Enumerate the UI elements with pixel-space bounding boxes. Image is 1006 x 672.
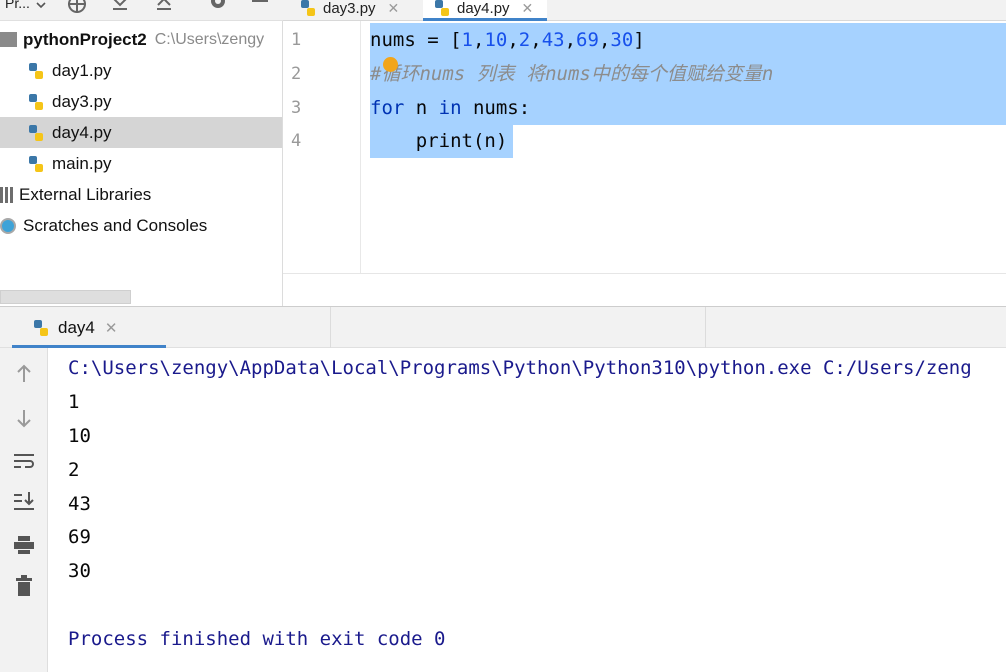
scroll-up-icon[interactable]: [12, 362, 36, 386]
header-divider: [705, 307, 706, 349]
collapse-all-icon[interactable]: [154, 0, 174, 13]
close-icon[interactable]: ✕: [388, 0, 400, 17]
tab-day4[interactable]: day4.py ✕: [423, 0, 548, 21]
scratches-label: Scratches and Consoles: [23, 215, 208, 235]
run-tab-day4[interactable]: day4 ✕: [12, 307, 166, 349]
code-line-2: #循环nums 列表 将nums中的每个值赋给变量n: [370, 63, 774, 85]
file-name: day4.py: [52, 122, 112, 142]
console-output-line: 2: [68, 459, 80, 481]
console-exit-message: Process finished with exit code 0: [68, 628, 446, 650]
tab-label: day4.py: [457, 0, 510, 17]
chevron-down-icon[interactable]: [34, 0, 54, 13]
console-output-line: 43: [68, 493, 91, 515]
line-number-gutter: 1 2 3 4: [283, 21, 361, 273]
python-run-icon: [32, 319, 50, 337]
line-number: 3: [291, 98, 302, 118]
intention-bulb-icon[interactable]: [383, 57, 398, 72]
tree-file-day4[interactable]: day4.py: [0, 117, 282, 148]
console-output-line: 30: [68, 560, 91, 582]
console-output-line: 10: [68, 425, 91, 447]
project-toolbar: Pr...: [0, 0, 283, 21]
editor-blank-area: [283, 273, 1006, 306]
tab-day3[interactable]: day3.py ✕: [293, 0, 405, 21]
close-icon[interactable]: ✕: [522, 0, 534, 17]
run-tab-label: day4: [58, 318, 95, 337]
file-name: day3.py: [52, 91, 112, 111]
tree-root-project[interactable]: pythonProject2 C:\Users\zengy: [0, 24, 282, 55]
python-file-icon: [27, 155, 45, 173]
run-console-output[interactable]: C:\Users\zengy\AppData\Local\Programs\Py…: [48, 348, 1006, 672]
gear-icon[interactable]: [207, 0, 227, 13]
scroll-to-end-icon[interactable]: [12, 489, 36, 513]
project-view-dropdown[interactable]: Pr...: [5, 0, 30, 11]
horizontal-scrollbar[interactable]: [0, 290, 131, 304]
project-name: pythonProject2: [23, 29, 147, 49]
print-icon[interactable]: [12, 533, 36, 557]
expand-all-icon[interactable]: [110, 0, 130, 13]
python-file-icon: [27, 93, 45, 111]
code-editor[interactable]: 1 2 3 4 nums = [1,10,2,43,69,30] #循环nums…: [283, 21, 1006, 273]
file-name: main.py: [52, 153, 112, 173]
file-name: day1.py: [52, 60, 112, 80]
trash-icon[interactable]: [12, 574, 36, 598]
line-number: 1: [291, 30, 302, 50]
run-side-toolbar: [0, 348, 48, 672]
scroll-down-icon[interactable]: [12, 406, 36, 430]
scratches-icon: [0, 217, 16, 234]
locate-icon[interactable]: [66, 0, 86, 13]
tree-file-day1[interactable]: day1.py: [0, 55, 282, 86]
tree-external-libraries[interactable]: External Libraries: [0, 179, 282, 210]
tab-label: day3.py: [323, 0, 376, 17]
python-file-icon: [27, 124, 45, 142]
code-line-4: print(n): [370, 130, 508, 152]
line-number: 4: [291, 131, 302, 151]
tree-file-main[interactable]: main.py: [0, 148, 282, 179]
python-file-icon: [299, 0, 317, 17]
run-toolwindow-header: day4 ✕: [0, 306, 1006, 349]
editor-tab-bar: day3.py ✕ day4.py ✕: [283, 0, 1006, 21]
project-path: C:\Users\zengy: [154, 30, 265, 48]
soft-wrap-icon[interactable]: [12, 449, 36, 473]
code-line-1: nums = [1,10,2,43,69,30]: [370, 29, 645, 51]
code-line-3: for n in nums:: [370, 97, 531, 119]
minimize-icon[interactable]: [250, 0, 270, 13]
console-output-line: 69: [68, 526, 91, 548]
python-file-icon: [433, 0, 451, 17]
library-icon: [0, 186, 13, 203]
tree-scratches[interactable]: Scratches and Consoles: [0, 210, 282, 241]
tree-file-day3[interactable]: day3.py: [0, 86, 282, 117]
close-icon[interactable]: ✕: [105, 319, 118, 337]
console-command-line: C:\Users\zengy\AppData\Local\Programs\Py…: [68, 357, 972, 379]
project-tree-panel: pythonProject2 C:\Users\zengy day1.py da…: [0, 21, 283, 306]
external-libraries-label: External Libraries: [19, 184, 152, 204]
header-divider: [330, 307, 331, 349]
line-number: 2: [291, 64, 302, 84]
folder-icon: [0, 32, 17, 47]
console-output-line: 1: [68, 391, 80, 413]
python-file-icon: [27, 62, 45, 80]
